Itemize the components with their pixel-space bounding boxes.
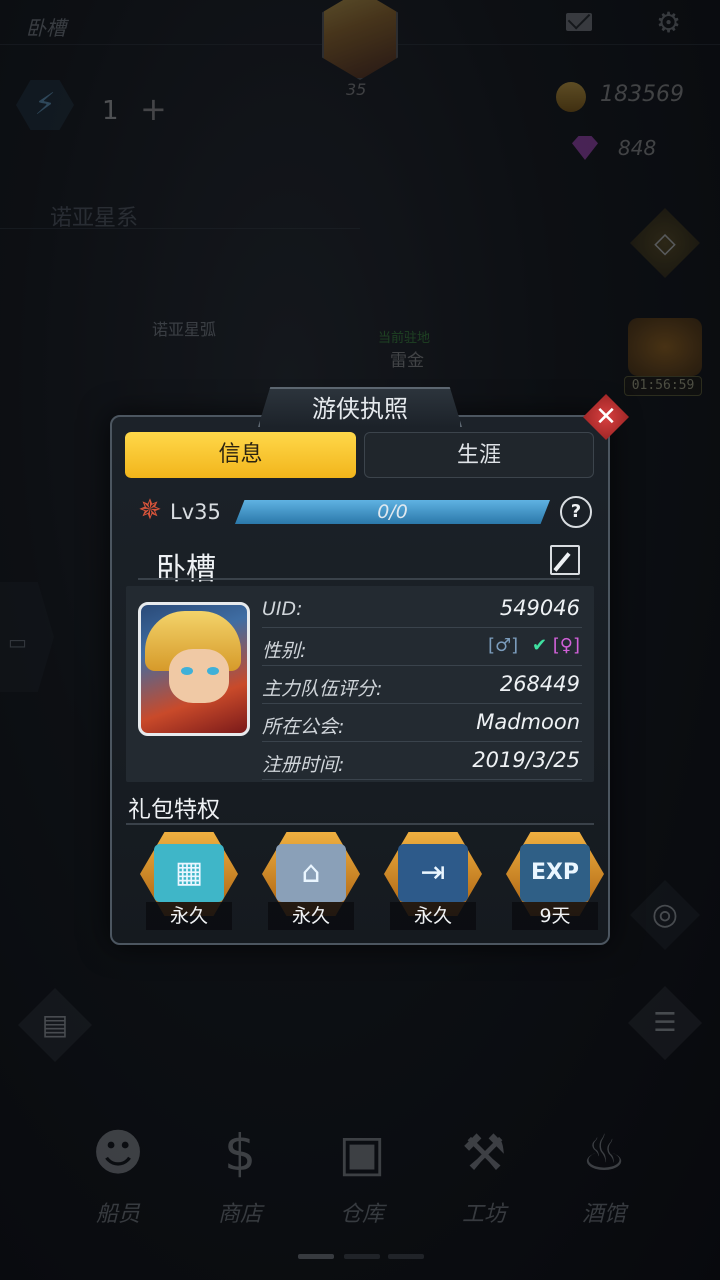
uid-label: UID: [262, 598, 303, 620]
gender-label: 性别: [262, 640, 307, 662]
tab-info[interactable]: 信息 [125, 432, 356, 478]
guild-label: 所在公会: [262, 716, 345, 738]
perk-duration: 永久 [146, 902, 232, 930]
perks-title: 礼包特权 [128, 797, 220, 823]
uid-value: 549046 [499, 596, 580, 620]
perk-item[interactable]: EXP 9天 [502, 832, 608, 932]
gender-female-option[interactable]: [♀] [553, 635, 580, 656]
check-icon: ✔ [531, 635, 548, 656]
modal-title: 游侠执照 [258, 387, 462, 427]
edit-name-button[interactable] [550, 545, 580, 575]
xp-bar: 0/0 [235, 500, 550, 524]
perk-duration: 永久 [390, 902, 476, 930]
perk-duration: 永久 [268, 902, 354, 930]
guild-row: 所在公会: Madmoon [262, 704, 582, 742]
perks-divider [126, 823, 594, 825]
xp-text: 0/0 [377, 501, 408, 523]
registration-row: 注册时间: 2019/3/25 [262, 742, 582, 780]
score-value: 268449 [499, 672, 580, 696]
clipboard-icon: ▦ [154, 844, 224, 902]
backpack-icon: ⌂ [276, 844, 346, 902]
uid-row: UID: 549046 [262, 590, 582, 628]
rank-emblem-icon: ✵ [138, 493, 162, 526]
player-name: 卧槽 [156, 552, 216, 587]
score-row: 主力队伍评分: 268449 [262, 666, 582, 704]
help-button[interactable]: ? [560, 496, 592, 528]
avatar-face [169, 649, 229, 703]
avatar[interactable] [138, 602, 250, 736]
registration-value: 2019/3/25 [472, 748, 580, 772]
perk-duration: 9天 [512, 902, 598, 930]
door-exit-icon: ⇥ [398, 844, 468, 902]
player-level: Lv35 [170, 500, 221, 524]
avatar-eye [181, 667, 193, 675]
perk-item[interactable]: ⇥ 永久 [380, 832, 486, 932]
registration-label: 注册时间: [262, 754, 345, 776]
score-label: 主力队伍评分: [262, 678, 383, 700]
perk-item[interactable]: ▦ 永久 [136, 832, 242, 932]
avatar-eye [207, 667, 219, 675]
gender-options: [♂] ✔ [♀] [488, 635, 580, 659]
exp-icon: EXP [520, 844, 590, 902]
name-divider [138, 578, 580, 580]
tab-career[interactable]: 生涯 [364, 432, 594, 478]
perk-item[interactable]: ⌂ 永久 [258, 832, 364, 932]
guild-value: Madmoon [476, 710, 580, 734]
gender-male-option[interactable]: [♂] [488, 635, 518, 656]
gender-row: 性别: [♂] ✔ [♀] [262, 628, 582, 666]
